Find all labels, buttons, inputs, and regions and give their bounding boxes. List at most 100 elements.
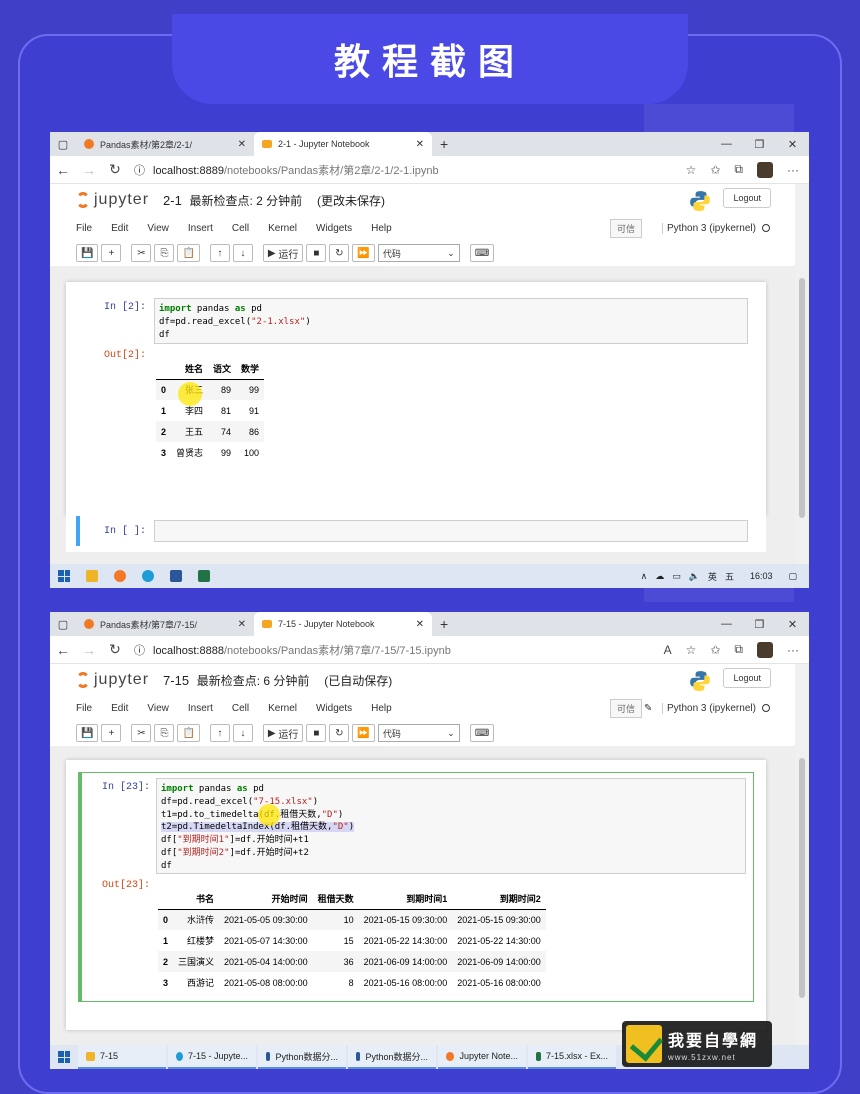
start-button[interactable] — [50, 1045, 78, 1069]
keyboard-icon[interactable]: ⌨ — [469, 724, 495, 742]
more-menu-icon[interactable]: ··· — [787, 163, 799, 177]
logout-button[interactable]: Logout — [723, 188, 771, 208]
page-scrollbar[interactable] — [795, 184, 809, 564]
profile-avatar[interactable] — [757, 641, 773, 658]
word-icon[interactable] — [162, 564, 190, 588]
edge-icon[interactable] — [134, 564, 162, 588]
taskbar-task-word1[interactable]: Python数据分... — [258, 1045, 346, 1069]
jupyter-logo[interactable]: jupyter — [76, 191, 149, 209]
move-up-icon[interactable]: ↑ — [209, 244, 230, 262]
trusted-badge[interactable]: 可信 — [610, 698, 643, 718]
cloud-icon[interactable]: ☁ — [655, 571, 664, 582]
trusted-badge[interactable]: 可信 — [610, 218, 643, 238]
add-cell-icon[interactable]: + — [101, 724, 122, 742]
menu-edit[interactable]: Edit — [111, 703, 128, 714]
ime-mode[interactable]: 五 — [725, 570, 734, 583]
kernel-indicator[interactable]: Python 3 (ipykernel) — [662, 702, 770, 714]
paste-icon[interactable]: 📋 — [177, 724, 200, 742]
empty-code-cell[interactable] — [154, 520, 748, 542]
tab-close-icon[interactable]: ✕ — [416, 139, 424, 150]
tab-close-icon[interactable]: ✕ — [238, 619, 246, 630]
network-icon[interactable]: ▭ — [672, 571, 681, 582]
save-icon[interactable]: 💾 — [76, 724, 99, 742]
taskbar-task-edge[interactable]: 7-15 - Jupyte... — [168, 1045, 256, 1069]
taskbar-task-excel[interactable]: 7-15.xlsx - Ex... — [528, 1045, 616, 1069]
menu-file[interactable]: File — [76, 703, 92, 714]
clock[interactable]: 16:03 — [750, 571, 773, 581]
tab-actions-icon[interactable]: ▢ — [50, 612, 76, 636]
jupyter-taskbar-icon[interactable] — [106, 564, 134, 588]
tab-actions-icon[interactable]: ▢ — [50, 132, 76, 156]
page-scrollbar[interactable] — [795, 664, 809, 1045]
menu-insert[interactable]: Insert — [188, 703, 213, 714]
move-down-icon[interactable]: ↓ — [232, 244, 253, 262]
taskbar-task-word2[interactable]: Python数据分... — [348, 1045, 436, 1069]
menu-insert[interactable]: Insert — [188, 223, 213, 234]
browser-tab[interactable]: Pandas素材/第2章/2-1/ ✕ — [76, 132, 254, 156]
browser-tab-active[interactable]: 7-15 - Jupyter Notebook ✕ — [254, 612, 432, 636]
ime-indicator[interactable]: 英 — [708, 570, 717, 583]
new-tab-icon[interactable]: + — [440, 136, 448, 152]
restart-icon[interactable]: ↻ — [329, 244, 350, 262]
menu-widgets[interactable]: Widgets — [316, 223, 352, 234]
stop-icon[interactable]: ■ — [306, 724, 327, 742]
profile-avatar[interactable] — [757, 161, 773, 178]
run-button[interactable]: ▶ 运行 — [262, 244, 304, 262]
refresh-icon[interactable]: ↻ — [102, 161, 128, 178]
stop-icon[interactable]: ■ — [306, 244, 327, 262]
code-cell[interactable]: import pandas as pd df=pd.read_excel("7-… — [156, 778, 746, 874]
menu-edit[interactable]: Edit — [111, 223, 128, 234]
excel-icon[interactable] — [190, 564, 218, 588]
url-field[interactable]: ⓘ localhost:8889/notebooks/Pandas素材/第2章/… — [134, 162, 686, 178]
menu-kernel[interactable]: Kernel — [268, 223, 297, 234]
back-arrow-icon[interactable]: ← — [50, 162, 76, 178]
menu-file[interactable]: File — [76, 223, 92, 234]
refresh-icon[interactable]: ↻ — [102, 641, 128, 658]
restart-run-all-icon[interactable]: ⏩ — [352, 724, 375, 742]
menu-help[interactable]: Help — [371, 223, 392, 234]
tab-close-icon[interactable]: ✕ — [416, 619, 424, 630]
favorites-icon[interactable]: ✩ — [710, 643, 720, 657]
favorite-add-icon[interactable]: ☆ — [686, 643, 697, 657]
close-window-icon[interactable]: ✕ — [776, 618, 809, 631]
tab-close-icon[interactable]: ✕ — [238, 139, 246, 150]
info-icon[interactable]: ⓘ — [134, 162, 145, 178]
back-arrow-icon[interactable]: ← — [50, 642, 76, 658]
minimize-icon[interactable]: — — [710, 618, 743, 631]
new-tab-icon[interactable]: + — [440, 616, 448, 632]
notebook-name[interactable]: 2-1 — [163, 193, 182, 208]
move-up-icon[interactable]: ↑ — [209, 724, 230, 742]
run-button[interactable]: ▶ 运行 — [262, 724, 304, 742]
logout-button[interactable]: Logout — [723, 668, 771, 688]
volume-icon[interactable]: 🔈 — [689, 571, 700, 582]
notebook-title[interactable]: 7-15 最新检查点: 6 分钟前 (已自动保存) — [163, 672, 392, 689]
forward-arrow-icon[interactable]: → — [76, 162, 102, 178]
copy-icon[interactable]: ⎘ — [154, 724, 175, 742]
notebook-title[interactable]: 2-1 最新检查点: 2 分钟前 (更改未保存) — [163, 192, 385, 209]
url-field[interactable]: ⓘ localhost:8888/notebooks/Pandas素材/第7章/… — [134, 642, 664, 658]
restart-run-all-icon[interactable]: ⏩ — [352, 244, 375, 262]
move-down-icon[interactable]: ↓ — [232, 724, 253, 742]
paste-icon[interactable]: 📋 — [177, 244, 200, 262]
taskbar-task-folder[interactable]: 7-15 — [78, 1045, 166, 1069]
read-aloud-icon[interactable]: A — [664, 643, 672, 657]
browser-tab-active[interactable]: 2-1 - Jupyter Notebook ✕ — [254, 132, 432, 156]
info-icon[interactable]: ⓘ — [134, 642, 145, 658]
collections-icon[interactable]: ⧉ — [734, 642, 743, 657]
collections-icon[interactable]: ⧉ — [734, 162, 743, 177]
favorite-add-icon[interactable]: ☆ — [686, 163, 697, 177]
start-button[interactable] — [50, 564, 78, 588]
notification-icon[interactable]: ▢ — [788, 571, 797, 582]
save-icon[interactable]: 💾 — [76, 244, 99, 262]
close-window-icon[interactable]: ✕ — [776, 138, 809, 151]
code-cell[interactable]: import pandas as pd df=pd.read_excel("2-… — [154, 298, 748, 344]
minimize-icon[interactable]: — — [710, 138, 743, 151]
jupyter-logo[interactable]: jupyter — [76, 671, 149, 689]
forward-arrow-icon[interactable]: → — [76, 642, 102, 658]
cell-type-select[interactable]: 代码 ⌄ — [377, 244, 460, 262]
copy-icon[interactable]: ⎘ — [154, 244, 175, 262]
restart-icon[interactable]: ↻ — [329, 724, 350, 742]
restore-icon[interactable]: ❐ — [743, 138, 776, 151]
add-cell-icon[interactable]: + — [101, 244, 122, 262]
cut-icon[interactable]: ✂ — [131, 244, 152, 262]
